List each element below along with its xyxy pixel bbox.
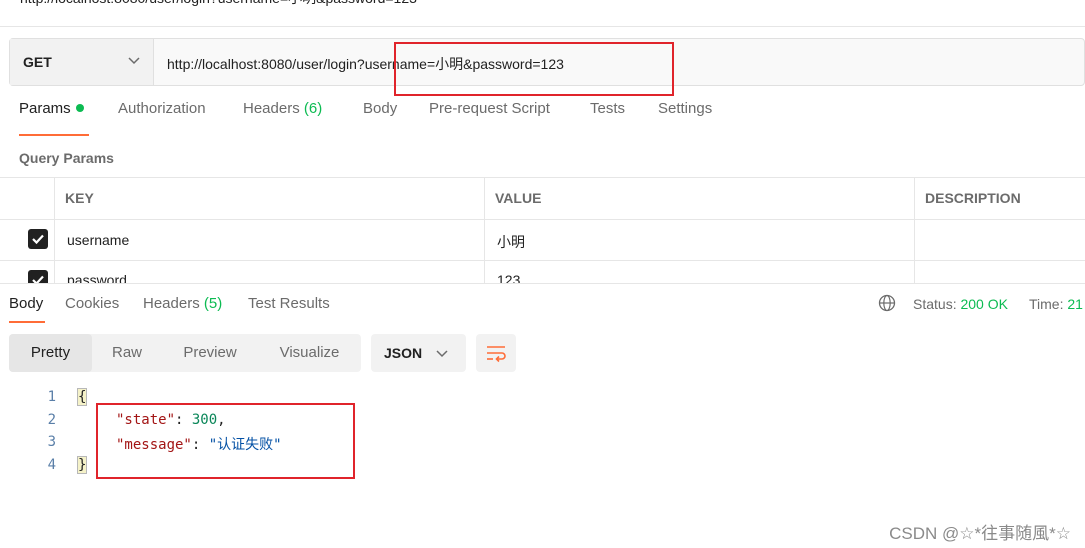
tab-prerequest-script[interactable]: Pre-request Script <box>429 100 550 117</box>
column-header-value: VALUE <box>495 190 542 206</box>
code-open-brace: { <box>76 388 88 406</box>
tab-params-label: Params <box>19 100 71 117</box>
view-raw-button[interactable]: Raw <box>92 334 162 372</box>
response-tab-cookies[interactable]: Cookies <box>65 295 119 312</box>
view-pretty-button[interactable]: Pretty <box>9 334 92 372</box>
window-title-clipped: http://localhost:8080/user/login?usernam… <box>20 0 417 8</box>
column-header-key: KEY <box>65 190 94 206</box>
status-value: 200 OK <box>960 296 1008 312</box>
divider <box>0 26 1085 27</box>
line-number: 3 <box>47 434 56 450</box>
chevron-down-icon <box>128 57 140 65</box>
column-header-description: DESCRIPTION <box>925 190 1021 206</box>
time-value: 21 <box>1067 296 1083 312</box>
response-status: Status: 200 OK <box>913 296 1008 312</box>
chevron-down-icon <box>436 350 448 358</box>
param-key-cell[interactable]: password <box>67 272 127 283</box>
divider <box>0 219 1085 220</box>
divider <box>914 177 915 283</box>
response-tab-headers-label: Headers <box>143 295 200 312</box>
param-key-cell[interactable]: username <box>67 232 129 248</box>
view-mode-group: Pretty Raw Preview Visualize <box>9 334 361 372</box>
headers-count: (5) <box>203 295 223 312</box>
line-number: 2 <box>47 412 56 428</box>
row-checkbox[interactable] <box>28 270 48 283</box>
tab-params[interactable]: Params <box>19 100 84 117</box>
checkmark-icon <box>32 275 44 283</box>
line-number: 4 <box>47 457 56 473</box>
line-number: 1 <box>47 389 56 405</box>
param-value-cell[interactable]: 小明 <box>497 232 525 252</box>
annotation-box-response <box>96 403 355 479</box>
method-label: GET <box>23 54 52 70</box>
divider <box>0 177 1085 178</box>
format-label: JSON <box>384 345 423 361</box>
checkmark-icon <box>32 234 44 245</box>
method-select[interactable]: GET <box>10 39 154 85</box>
tab-body[interactable]: Body <box>363 100 397 117</box>
status-dot-icon <box>75 104 84 113</box>
view-preview-button[interactable]: Preview <box>162 334 258 372</box>
headers-count: (6) <box>303 100 323 117</box>
code-close-brace: } <box>76 456 88 474</box>
watermark: CSDN @☆*往事随風*☆ <box>889 524 1071 543</box>
wrap-lines-icon <box>487 346 506 363</box>
divider <box>484 177 485 283</box>
response-tab-test-results[interactable]: Test Results <box>248 295 330 312</box>
tab-headers[interactable]: Headers (6) <box>243 100 322 117</box>
view-visualize-button[interactable]: Visualize <box>258 334 361 372</box>
tab-headers-label: Headers <box>243 100 300 117</box>
query-params-table: KEY VALUE DESCRIPTION username 小明 passwo… <box>0 177 1085 283</box>
globe-icon[interactable] <box>878 294 896 312</box>
status-label: Status: <box>913 296 957 312</box>
annotation-box-url-params <box>394 42 674 96</box>
time-label: Time: <box>1029 296 1064 312</box>
active-tab-indicator <box>9 321 45 323</box>
param-value-cell[interactable]: 123 <box>497 272 520 283</box>
row-checkbox[interactable] <box>28 229 48 249</box>
format-select[interactable]: JSON <box>371 334 466 372</box>
tab-tests[interactable]: Tests <box>590 100 625 117</box>
response-tab-headers[interactable]: Headers (5) <box>143 295 222 312</box>
divider <box>0 260 1085 261</box>
wrap-lines-button[interactable] <box>476 334 516 372</box>
response-tab-body[interactable]: Body <box>9 295 43 312</box>
active-tab-indicator <box>19 134 89 136</box>
tab-authorization[interactable]: Authorization <box>118 100 206 117</box>
divider <box>54 177 55 283</box>
response-time: Time: 21 <box>1029 296 1083 312</box>
query-params-title: Query Params <box>19 150 114 166</box>
tab-settings[interactable]: Settings <box>658 100 712 117</box>
divider <box>0 283 1085 284</box>
